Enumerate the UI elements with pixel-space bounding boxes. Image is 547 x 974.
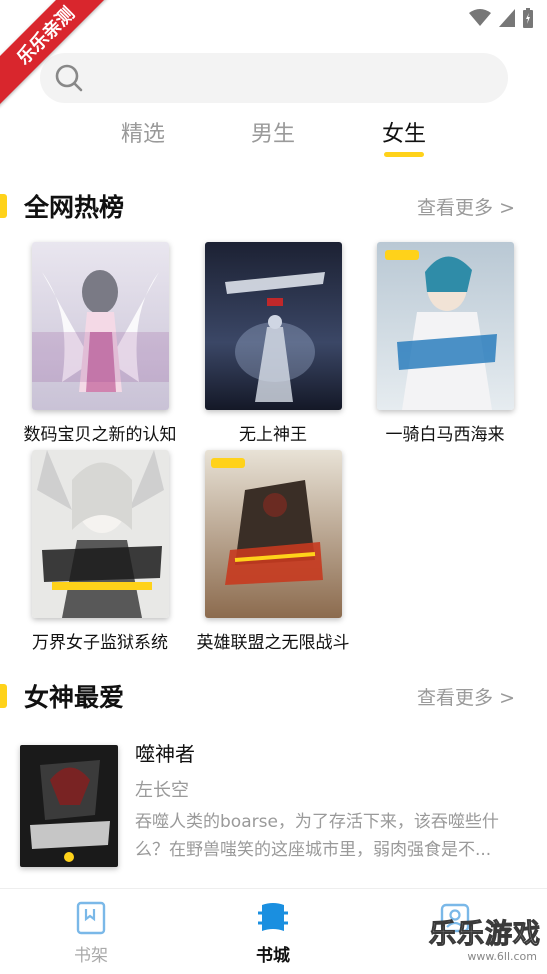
featured-book-author: 左长空 — [135, 780, 189, 801]
book-title[interactable]: 万界女子监狱系统 — [15, 628, 185, 653]
section-marker — [0, 194, 7, 218]
bottom-nav: 书架 书城 乐乐游戏 www.6ll.com — [0, 888, 547, 974]
signal-icon — [499, 9, 515, 27]
book-cover[interactable] — [205, 242, 342, 410]
watermark-logo: 乐乐游戏 www.6ll.com — [423, 912, 541, 970]
book-title[interactable]: 无上神王 — [188, 420, 358, 445]
nav-label: 书城 — [256, 946, 290, 966]
watermark-url: www.6ll.com — [467, 950, 537, 963]
tab-female[interactable]: 女生 — [364, 116, 444, 148]
bookshelf-icon — [76, 901, 106, 935]
featured-book-title[interactable]: 噬神者 — [135, 738, 195, 767]
search-icon — [55, 64, 83, 92]
status-bar: 乐乐亲测 — [0, 0, 547, 108]
featured-book-description: 吞噬人类的boarse，为了存活下来，该吞噬些什么？在野兽嗤笑的这座城市里，弱肉… — [135, 812, 499, 860]
featured-book[interactable]: 噬神者 左长空 吞噬人类的boarse，为了存活下来，该吞噬些什么？在野兽嗤笑的… — [20, 738, 530, 873]
tab-featured[interactable]: 精选 — [103, 116, 183, 148]
status-icons — [469, 8, 533, 28]
see-more-link[interactable]: 查看更多 > — [417, 683, 515, 710]
nav-label: 书架 — [74, 946, 108, 966]
book-cover[interactable] — [20, 745, 118, 867]
tab-indicator — [384, 152, 424, 157]
book-title[interactable]: 一骑白马西海来 — [360, 420, 530, 445]
category-tabs: 精选 男生 女生 — [0, 112, 547, 162]
book-cover[interactable] — [32, 450, 169, 618]
nav-bookstore[interactable]: 书城 — [228, 901, 318, 966]
book-title[interactable]: 英雄联盟之无限战斗 — [188, 628, 358, 653]
wifi-icon — [469, 9, 491, 26]
section-love-header: 女神最爱 查看更多 > — [0, 676, 547, 716]
section-marker — [0, 684, 7, 708]
book-cover[interactable] — [377, 242, 514, 410]
see-more-link[interactable]: 查看更多 > — [417, 193, 515, 220]
book-cover[interactable] — [205, 450, 342, 618]
section-hot-header: 全网热榜 查看更多 > — [0, 186, 547, 226]
search-input[interactable] — [40, 53, 508, 103]
watermark-text: 乐乐游戏 — [429, 919, 541, 951]
battery-icon — [523, 8, 533, 28]
section-title: 女神最爱 — [24, 683, 125, 712]
tab-male[interactable]: 男生 — [233, 116, 313, 148]
nav-bookshelf[interactable]: 书架 — [46, 901, 136, 966]
section-title: 全网热榜 — [24, 193, 125, 222]
bookstore-icon — [258, 903, 288, 931]
book-title[interactable]: 数码宝贝之新的认知 — [15, 420, 185, 445]
book-cover[interactable] — [32, 242, 169, 410]
